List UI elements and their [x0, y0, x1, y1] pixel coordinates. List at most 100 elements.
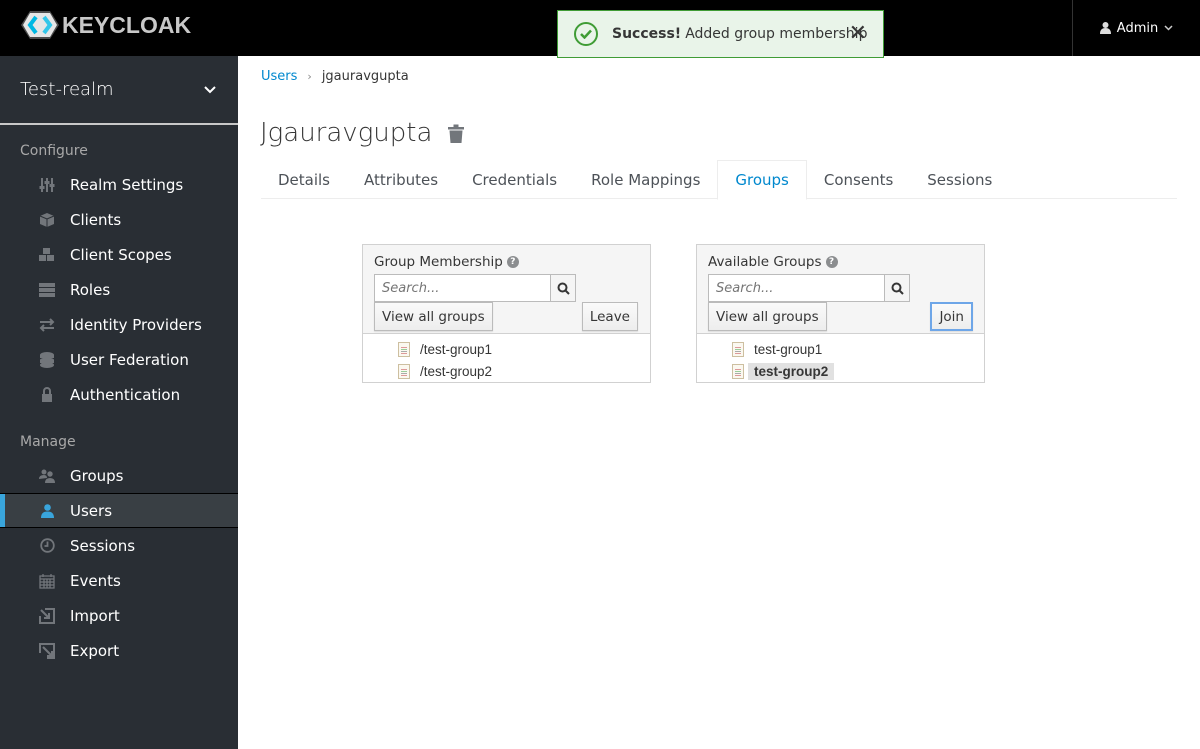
tab-consents[interactable]: Consents: [807, 160, 910, 199]
tree-item-label: test-group1: [754, 341, 823, 357]
group-membership-panel: Group Membership ? View all groups Leave…: [362, 244, 651, 383]
search-button[interactable]: [884, 275, 909, 301]
help-icon[interactable]: ?: [825, 256, 838, 268]
sidebar-item-sessions[interactable]: Sessions: [0, 528, 238, 563]
sidebar: Test-realm Configure Realm Settings Clie…: [0, 56, 238, 749]
tree-item-selected[interactable]: test-group2: [697, 360, 984, 382]
search-button[interactable]: [550, 275, 575, 301]
view-all-groups-button[interactable]: View all groups: [708, 302, 827, 331]
sidebar-item-label: Events: [70, 571, 121, 590]
sidebar-item-authentication[interactable]: Authentication: [0, 377, 238, 412]
help-icon[interactable]: ?: [506, 256, 519, 268]
search-icon: [557, 282, 570, 295]
user-menu[interactable]: Admin: [1072, 0, 1200, 56]
page-title-text: Jgauravgupta: [260, 118, 433, 148]
leave-button[interactable]: Leave: [581, 302, 638, 331]
close-icon[interactable]: ✕: [849, 23, 867, 45]
lock-icon: [38, 386, 56, 404]
chevron-down-icon: [1164, 25, 1173, 31]
tree-item-label: /test-group2: [420, 363, 493, 379]
file-icon: [398, 363, 410, 379]
realm-selector[interactable]: Test-realm: [0, 56, 238, 125]
file-icon: [732, 341, 744, 357]
tab-role-mappings[interactable]: Role Mappings: [574, 160, 717, 199]
users-icon: [38, 467, 56, 485]
tab-bar: Details Attributes Credentials Role Mapp…: [261, 160, 1177, 200]
section-manage: Manage: [20, 434, 76, 450]
sidebar-item-clients[interactable]: Clients: [0, 202, 238, 237]
logo-text: KEYCLOAK: [62, 11, 192, 38]
tree-item[interactable]: /test-group2: [363, 360, 650, 382]
membership-tree: /test-group1 /test-group2: [363, 334, 650, 382]
file-icon: [398, 341, 410, 357]
alert-title: Success!: [612, 26, 682, 42]
panel-title: Group Membership ?: [374, 254, 519, 270]
main-content: Users › jgauravgupta Jgauravgupta Detail…: [238, 56, 1200, 749]
sidebar-item-users[interactable]: Users: [0, 493, 238, 528]
export-icon: [38, 642, 56, 660]
breadcrumb-separator: ›: [307, 70, 312, 83]
trash-icon[interactable]: [448, 124, 465, 143]
breadcrumb-users-link[interactable]: Users: [261, 69, 297, 84]
file-icon: [732, 363, 744, 379]
sidebar-item-client-scopes[interactable]: Client Scopes: [0, 237, 238, 272]
tab-sessions[interactable]: Sessions: [910, 160, 1009, 199]
sidebar-item-groups[interactable]: Groups: [0, 458, 238, 493]
breadcrumb: Users › jgauravgupta: [261, 69, 409, 84]
user-icon: [38, 502, 56, 520]
cube-icon: [38, 211, 56, 229]
sidebar-item-label: Identity Providers: [70, 315, 202, 334]
tree-item[interactable]: /test-group1: [363, 338, 650, 360]
sidebar-item-export[interactable]: Export: [0, 633, 238, 668]
available-tree: test-group1 test-group2: [697, 334, 984, 382]
membership-search-input[interactable]: [375, 275, 550, 301]
clock-icon: [38, 537, 56, 555]
sidebar-item-label: Roles: [70, 280, 111, 299]
tab-groups[interactable]: Groups: [717, 160, 807, 200]
alert-message: Added group membership: [685, 26, 868, 42]
cubes-icon: [38, 246, 56, 264]
server-icon: [38, 281, 56, 299]
sidebar-item-roles[interactable]: Roles: [0, 272, 238, 307]
tab-details[interactable]: Details: [261, 160, 347, 199]
panel-title-text: Group Membership: [374, 254, 503, 270]
sidebar-item-import[interactable]: Import: [0, 598, 238, 633]
available-groups-panel: Available Groups ? View all groups Join …: [696, 244, 985, 383]
tree-item-label: /test-group1: [420, 341, 493, 357]
sidebar-item-label: Sessions: [70, 536, 136, 555]
available-search: [708, 274, 910, 302]
tab-attributes[interactable]: Attributes: [347, 160, 455, 199]
tree-item[interactable]: test-group1: [697, 338, 984, 360]
breadcrumb-current: jgauravgupta: [321, 69, 409, 84]
success-alert: Success! Added group membership ✕: [557, 10, 884, 58]
sidebar-item-events[interactable]: Events: [0, 563, 238, 598]
calendar-icon: [38, 572, 56, 590]
sidebar-item-user-federation[interactable]: User Federation: [0, 342, 238, 377]
user-name: Admin: [1116, 20, 1159, 36]
tree-item-label: test-group2: [748, 362, 835, 380]
sidebar-item-label: Groups: [70, 466, 124, 485]
realm-name: Test-realm: [20, 79, 114, 100]
available-search-input[interactable]: [709, 275, 884, 301]
exchange-icon: [38, 316, 56, 334]
join-button[interactable]: Join: [930, 302, 973, 331]
keycloak-logo-icon: [21, 11, 59, 39]
chevron-down-icon: [204, 85, 216, 93]
sidebar-item-label: User Federation: [70, 350, 189, 369]
search-icon: [891, 282, 904, 295]
import-icon: [38, 607, 56, 625]
section-configure: Configure: [20, 143, 88, 159]
panel-header: Group Membership ? View all groups Leave: [363, 245, 650, 334]
sidebar-item-label: Import: [70, 606, 120, 625]
sidebar-item-identity-providers[interactable]: Identity Providers: [0, 307, 238, 342]
view-all-groups-button[interactable]: View all groups: [374, 302, 493, 331]
membership-search: [374, 274, 576, 302]
sidebar-item-realm-settings[interactable]: Realm Settings: [0, 167, 238, 202]
check-circle-icon: [574, 22, 598, 46]
sidebar-item-label: Export: [70, 641, 120, 660]
panel-title: Available Groups ?: [708, 254, 838, 270]
keycloak-logo[interactable]: KEYCLOAK: [20, 10, 191, 40]
sidebar-item-label: Users: [70, 501, 113, 520]
user-icon: [1099, 22, 1111, 34]
tab-credentials[interactable]: Credentials: [455, 160, 574, 199]
